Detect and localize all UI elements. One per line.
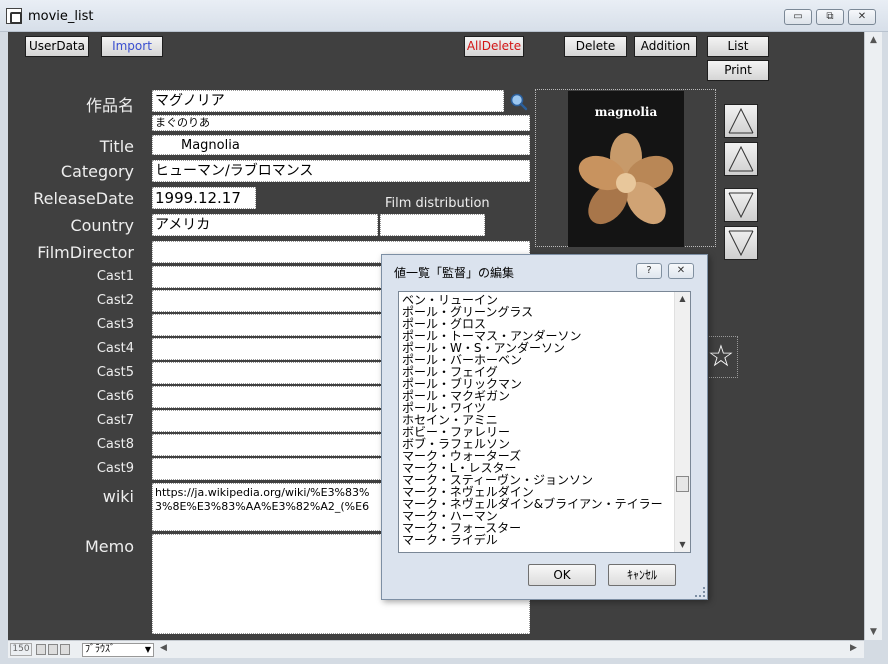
list-scroll-thumb[interactable]: [676, 476, 689, 492]
memo-label: Memo: [84, 537, 134, 556]
ok-button[interactable]: OK: [528, 564, 596, 586]
reading-field[interactable]: まぐのりあ: [152, 115, 530, 131]
release-date-label: ReleaseDate: [33, 189, 134, 208]
cast4-label: Cast4: [96, 341, 134, 356]
scroll-down-icon[interactable]: ▼: [865, 624, 882, 640]
cast9-label: Cast9: [96, 461, 134, 476]
last-record-button[interactable]: [724, 226, 758, 260]
list-scroll-up-icon[interactable]: ▲: [675, 292, 690, 306]
cast1-label: Cast1: [96, 269, 134, 284]
cast2-label: Cast2: [96, 293, 134, 308]
wiki-label: wiki: [102, 487, 134, 506]
mode-select[interactable]: ﾌﾞﾗｳｽﾞ ▼: [82, 643, 154, 657]
category-label: Category: [60, 162, 134, 181]
next-record-button[interactable]: [724, 188, 758, 222]
status-area-icon[interactable]: [60, 644, 70, 655]
search-icon[interactable]: [509, 92, 529, 112]
restore-button[interactable]: ⧉: [816, 9, 844, 25]
resize-grip-icon[interactable]: [695, 587, 705, 597]
list-item[interactable]: マーク・ライデル: [402, 534, 674, 546]
title-jp-field[interactable]: マグノリア: [152, 90, 504, 112]
star-icon[interactable]: ☆: [704, 339, 738, 375]
window-titlebar: movie_list ▭ ⧉ ✕: [0, 0, 888, 32]
country-label: Country: [70, 216, 134, 235]
close-button[interactable]: ✕: [848, 9, 876, 25]
status-bar: 150 ﾌﾞﾗｳｽﾞ ▼ ◀ ▶: [8, 640, 864, 658]
scroll-left-icon[interactable]: ◀: [160, 643, 167, 653]
scroll-up-icon[interactable]: ▲: [865, 32, 882, 48]
country-field[interactable]: アメリカ: [152, 214, 378, 236]
value-list-box[interactable]: ベン・リューイン ポール・グリーングラス ポール・グロス ポール・トーマス・アンダーソ…: [398, 291, 691, 553]
cast6-label: Cast6: [96, 389, 134, 404]
cast7-label: Cast7: [96, 413, 134, 428]
scroll-right-icon[interactable]: ▶: [850, 643, 857, 653]
title-jp-label: 作品名: [85, 96, 134, 115]
zoom-level[interactable]: 150: [10, 643, 32, 656]
minimize-button[interactable]: ▭: [784, 9, 812, 25]
print-button[interactable]: Print: [707, 60, 769, 81]
cast3-label: Cast3: [96, 317, 134, 332]
flower-image: [578, 133, 674, 225]
previous-record-button[interactable]: [724, 142, 758, 176]
dialog-title: 値一覧「監督」の編集: [394, 266, 515, 280]
edit-value-list-dialog: 値一覧「監督」の編集 ? ✕ ベン・リューイン ポール・グリーングラス ポール・グロ…: [381, 254, 708, 600]
first-record-button[interactable]: [724, 104, 758, 138]
chevron-down-icon: ▼: [144, 645, 151, 654]
zoom-in-icon[interactable]: [48, 644, 58, 655]
cast5-label: Cast5: [96, 365, 134, 380]
film-director-label: FilmDirector: [37, 243, 134, 262]
cancel-button[interactable]: ｷｬﾝｾﾙ: [608, 564, 676, 586]
zoom-out-icon[interactable]: [36, 644, 46, 655]
title-label: Title: [99, 137, 134, 156]
film-distribution-field[interactable]: [380, 214, 485, 236]
userdata-button[interactable]: UserData: [25, 36, 89, 57]
window-title: movie_list: [28, 9, 94, 24]
value-list-items: ベン・リューイン ポール・グリーングラス ポール・グロス ポール・トーマス・アンダーソ…: [402, 294, 674, 546]
category-field[interactable]: ヒューマン/ラブロマンス: [152, 160, 530, 182]
release-date-field[interactable]: 1999.12.17: [152, 187, 256, 209]
cast8-label: Cast8: [96, 437, 134, 452]
alldelete-button[interactable]: AllDelete: [464, 36, 524, 57]
film-distribution-label: Film distribution: [385, 196, 490, 211]
mode-select-value: ﾌﾞﾗｳｽﾞ: [85, 644, 115, 655]
app-icon: [6, 8, 22, 24]
list-scroll-down-icon[interactable]: ▼: [675, 538, 690, 552]
addition-button[interactable]: Addition: [634, 36, 697, 57]
list-button[interactable]: List: [707, 36, 769, 57]
movie-poster: magnolia: [568, 91, 684, 247]
list-scrollbar[interactable]: ▲ ▼: [674, 292, 690, 552]
dialog-close-button[interactable]: ✕: [668, 263, 694, 279]
vertical-scrollbar[interactable]: ▲ ▼: [864, 32, 882, 640]
title-field[interactable]: Magnolia: [152, 135, 530, 155]
import-button[interactable]: Import: [101, 36, 163, 57]
delete-button[interactable]: Delete: [564, 36, 627, 57]
help-button[interactable]: ?: [636, 263, 662, 279]
